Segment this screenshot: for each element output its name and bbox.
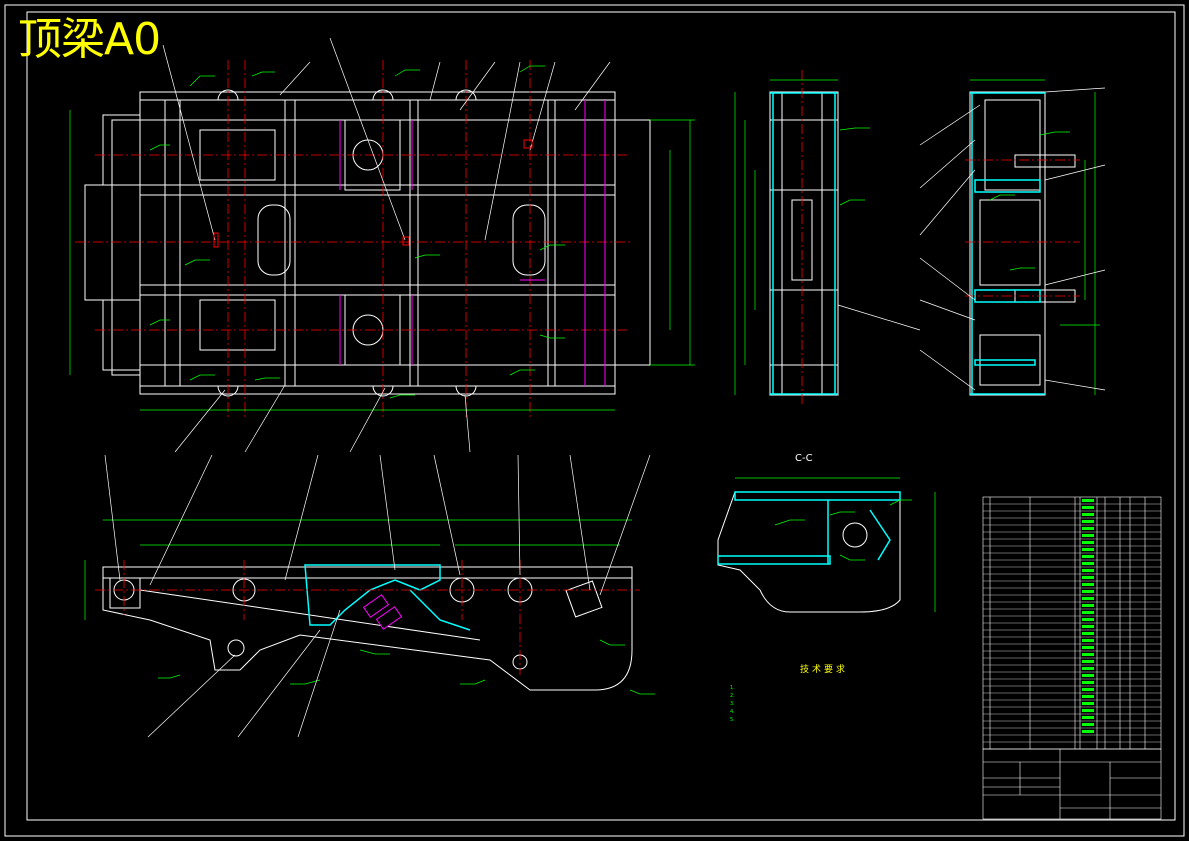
parts-row-material (1082, 618, 1094, 621)
tech-note: 3. (730, 701, 735, 707)
parts-row-material (1082, 639, 1094, 642)
parts-row-material (1082, 688, 1094, 691)
parts-row-material (1082, 730, 1094, 733)
parts-row-material (1082, 702, 1094, 705)
parts-row-material (1082, 723, 1094, 726)
top-view-centerlines (75, 60, 630, 418)
section-cc-dims (735, 477, 936, 612)
section-label: C-C (795, 453, 813, 464)
tech-note: 5. (730, 717, 735, 723)
parts-row-material (1082, 681, 1094, 684)
parts-row-material (1082, 646, 1094, 649)
parts-row-material (1082, 583, 1094, 586)
parts-row-material (1082, 604, 1094, 607)
top-view-marker (213, 232, 219, 248)
side-view-1-leader (837, 304, 921, 331)
top-view (84, 89, 651, 397)
sheet-outer-border (4, 4, 1185, 837)
parts-row-material (1082, 611, 1094, 614)
cad-drawing (4, 4, 1185, 837)
tech-note: 1. (730, 685, 735, 691)
parts-row-material (1082, 555, 1094, 558)
top-view-marker (402, 236, 410, 246)
parts-row-material (1082, 660, 1094, 663)
front-view (102, 566, 633, 691)
parts-row-material (1082, 576, 1094, 579)
parts-row-material (1082, 548, 1094, 551)
parts-row-material (1082, 513, 1094, 516)
side-view-1-dims (734, 79, 870, 395)
parts-row-material (1082, 569, 1094, 572)
title-block (982, 748, 1162, 820)
side-view-1-hatch (770, 92, 838, 395)
parts-row-material (1082, 527, 1094, 530)
tech-note: 2. (730, 693, 735, 699)
parts-row-material (1082, 695, 1094, 698)
side-view-2-hatch (970, 92, 1045, 395)
top-view-hidden (339, 100, 606, 386)
parts-row-material (1082, 534, 1094, 537)
parts-row-material (1082, 499, 1094, 502)
parts-row-material (1082, 506, 1094, 509)
section-cc (717, 491, 901, 613)
side-view-2 (969, 91, 1076, 396)
parts-row-material (1082, 562, 1094, 565)
tech-requirements-notes: 1. 2. 3. 4. 5. (730, 684, 735, 724)
parts-row-material (1082, 653, 1094, 656)
top-view-dimensions (69, 65, 695, 411)
tech-requirements-title: 技术要求 (800, 665, 849, 675)
parts-row-material (1082, 541, 1094, 544)
parts-row-material (1082, 590, 1094, 593)
side-view-1 (769, 91, 839, 396)
parts-row-material (1082, 716, 1094, 719)
side-view-2-dims (970, 79, 1100, 395)
section-cc-hatch (717, 491, 901, 565)
parts-row-material (1082, 625, 1094, 628)
tech-note: 4. (730, 709, 735, 715)
parts-row-material (1082, 709, 1094, 712)
drawing-title: 顶梁A0 (18, 14, 161, 65)
parts-row-material (1082, 674, 1094, 677)
parts-list-rows (983, 503, 1161, 743)
parts-row-material (1082, 520, 1094, 523)
parts-row-material (1082, 632, 1094, 635)
parts-row-material (1082, 597, 1094, 600)
sheet-inner-border (26, 11, 1176, 821)
side-view-2-leaders (919, 87, 1106, 391)
front-view-centerlines (95, 560, 640, 675)
parts-row-material (1082, 667, 1094, 670)
